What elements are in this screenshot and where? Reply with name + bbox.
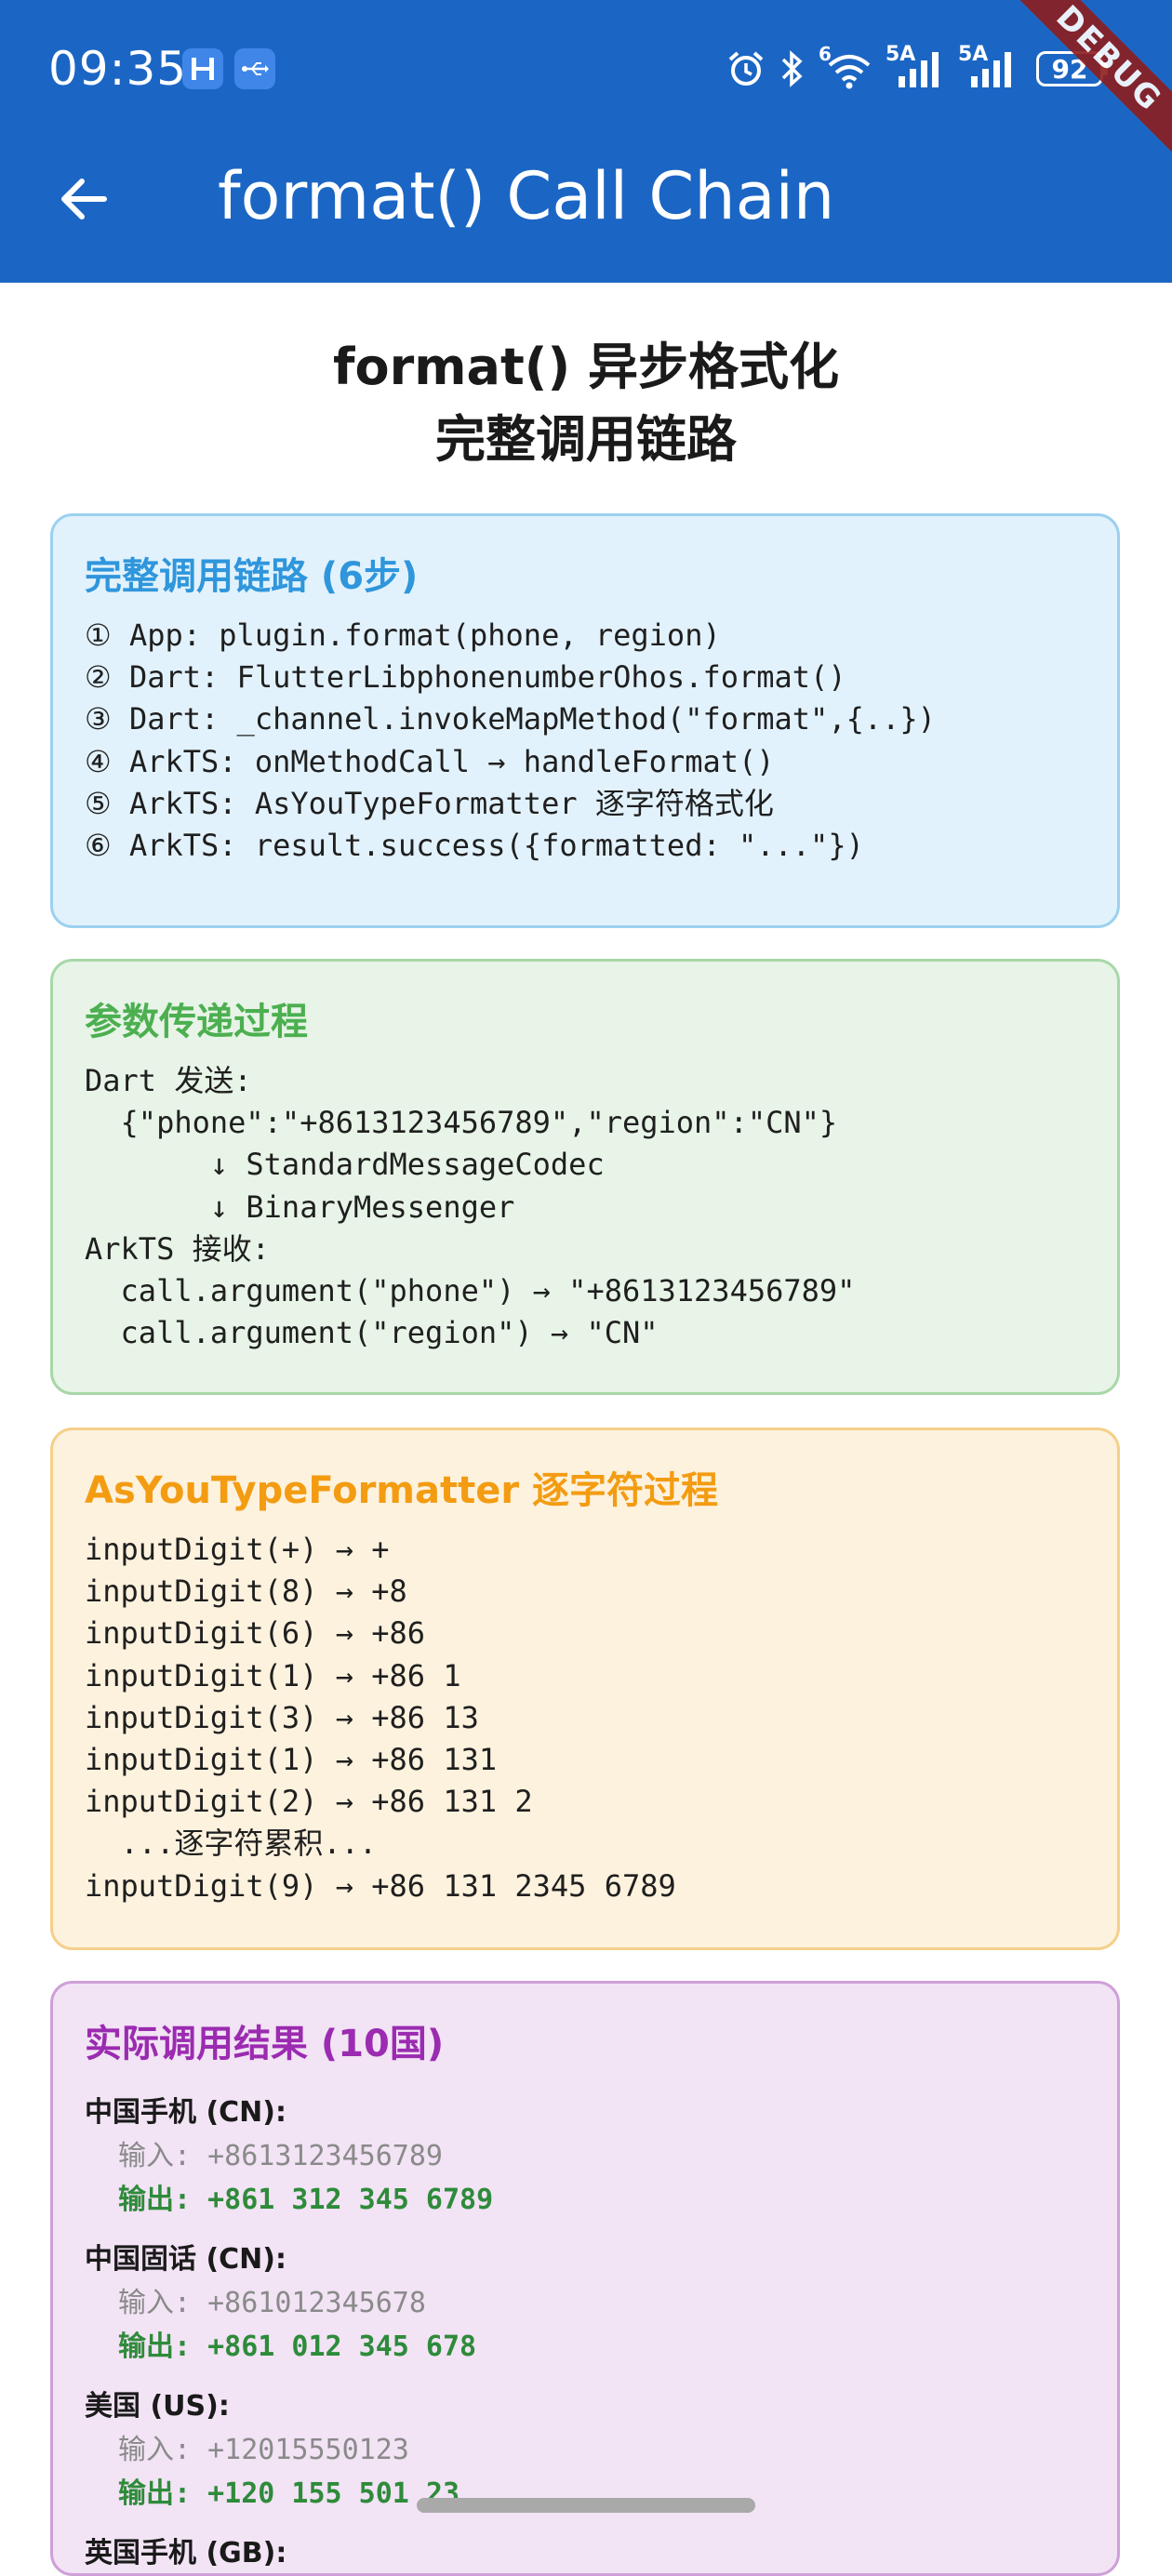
formatter-line: inputDigit(1) → +86 131 (85, 1742, 498, 1778)
home-indicator[interactable] (417, 2498, 755, 2513)
formatter-line: inputDigit(9) → +86 131 2345 6789 (85, 1867, 676, 1904)
result-output: 输出: +861 312 345 6789 (118, 2184, 494, 2216)
result-name: 中国固话 (CN): (85, 2243, 286, 2276)
formatter-line: inputDigit(1) → +86 1 (85, 1657, 461, 1693)
result-name: 中国手机 (CN): (85, 2096, 286, 2129)
result-input: 输入: +12015550123 (118, 2434, 409, 2466)
formatter-line: inputDigit(3) → +86 13 (85, 1699, 479, 1735)
call-chain-step: ① App: plugin.format(phone, region) (85, 617, 721, 653)
results-card: 实际调用结果 (10国) 中国手机 (CN): 输入: +86131234567… (50, 1981, 1120, 2576)
params-line: call.argument("region") → "CN" (85, 1315, 659, 1351)
usb-icon (234, 48, 275, 89)
alarm-icon (728, 51, 764, 86)
params-line: call.argument("phone") → "+8613123456789… (85, 1273, 856, 1309)
formatter-line: ...逐字符累积... (85, 1826, 378, 1862)
app-bar: 09:35 6 5A 5A 92 DEBUG format() Call Cha… (0, 0, 1172, 283)
results-title: 实际调用结果 (10国) (85, 2023, 445, 2065)
params-line: ↓ BinaryMessenger (85, 1188, 515, 1225)
page-title-line-1: format() 异步格式化 (333, 338, 839, 396)
call-chain-step: ⑥ ArkTS: result.success({formatted: "...… (85, 828, 864, 864)
formatter-line: inputDigit(8) → +8 (85, 1573, 407, 1610)
formatter-title: AsYouTypeFormatter 逐字符过程 (85, 1469, 718, 1512)
call-chain-step: ② Dart: FlutterLibphonenumberOhos.format… (85, 659, 846, 696)
call-chain-step: ③ Dart: _channel.invokeMapMethod("format… (85, 701, 936, 737)
result-item: 中国手机 (CN): 输入: +8613123456789 输出: +861 3… (85, 2091, 1085, 2222)
call-chain-title: 完整调用链路 (6步) (85, 555, 419, 598)
result-output: 输出: +861 012 345 678 (118, 2330, 477, 2363)
formatter-card: AsYouTypeFormatter 逐字符过程 inputDigit(+) →… (50, 1427, 1120, 1950)
result-item: 美国 (US): 输入: +12015550123 输出: +120 155 5… (85, 2385, 1085, 2516)
call-chain-step: ④ ArkTS: onMethodCall → handleFormat() (85, 743, 775, 779)
formatter-line: inputDigit(2) → +86 131 2 (85, 1784, 533, 1820)
bluetooth-icon (781, 50, 803, 87)
app-bar-title: format() Call Chain (218, 158, 835, 234)
page-title-line-2: 完整调用链路 (435, 410, 737, 469)
back-button[interactable] (48, 164, 119, 234)
params-line: {"phone":"+8613123456789","region":"CN"} (85, 1105, 838, 1141)
params-line: Dart 发送: (85, 1063, 252, 1098)
formatter-line: inputDigit(+) → + (85, 1532, 390, 1567)
params-line: ↓ StandardMessageCodec (85, 1147, 605, 1183)
formatter-line: inputDigit(6) → +86 (85, 1615, 426, 1652)
page-title: format() 异步格式化 完整调用链路 (0, 331, 1172, 476)
params-card: 参数传递过程 Dart 发送: {"phone":"+8613123456789… (50, 959, 1120, 1395)
arrow-back-icon (61, 179, 107, 219)
signal-icon: 5A (958, 43, 1018, 89)
status-icons: 6 5A 5A 92 (726, 43, 1108, 95)
call-chain-step: ⑤ ArkTS: AsYouTypeFormatter 逐字符格式化 (85, 785, 774, 821)
result-input: 输入: +8613123456789 (118, 2140, 443, 2172)
status-time: 09:35 (48, 42, 188, 96)
result-name: 美国 (US): (85, 2390, 230, 2423)
signal-icon: 5A (886, 43, 945, 89)
call-chain-card: 完整调用链路 (6步) ① App: plugin.format(phone, … (50, 513, 1120, 928)
params-line: ArkTS 接收: (85, 1230, 270, 1267)
result-item: 英国手机 (GB): (85, 2532, 1085, 2573)
harmony-app-icon (182, 48, 223, 89)
result-input: 输入: +861012345678 (118, 2287, 426, 2319)
result-name: 英国手机 (GB): (85, 2537, 287, 2569)
wifi-icon: 6 (819, 43, 872, 89)
result-item: 中国固话 (CN): 输入: +861012345678 输出: +861 01… (85, 2238, 1085, 2369)
params-title: 参数传递过程 (85, 1001, 308, 1043)
